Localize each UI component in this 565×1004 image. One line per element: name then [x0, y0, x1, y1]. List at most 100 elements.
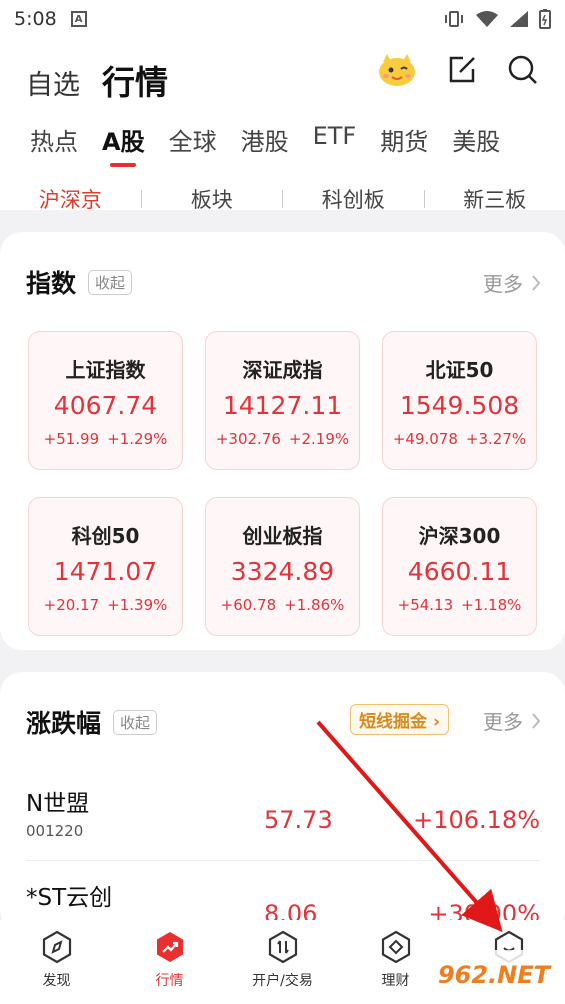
market-tab-etf[interactable]: ETF [313, 122, 357, 157]
movers-title: 涨跌幅 [26, 709, 102, 738]
market-tab-hot[interactable]: 热点 [30, 122, 78, 157]
tab-watchlist[interactable]: 自选 [26, 63, 80, 102]
notification-icon: A [70, 11, 87, 27]
header-actions [377, 52, 539, 88]
index-name: 创业板指 [242, 524, 323, 548]
search-icon[interactable] [507, 54, 539, 86]
index-tile-shanghai[interactable]: 上证指数 4067.74 +51.99 +1.29% [28, 331, 183, 470]
tabbar-label: 行情 [155, 973, 184, 989]
index-pct: +1.29% [107, 430, 168, 448]
market-tab-us[interactable]: 美股 [452, 122, 500, 157]
index-tile-shenzhen[interactable]: 深证成指 14127.11 +302.76 +2.19% [205, 331, 360, 470]
signal-icon [510, 11, 528, 27]
index-change-row: +302.76 +2.19% [206, 430, 359, 448]
tabbar-market[interactable]: 行情 [113, 920, 226, 1004]
index-value: 14127.11 [222, 391, 343, 420]
index-name: 沪深300 [418, 524, 501, 548]
tabbar-label: 发现 [42, 973, 71, 989]
index-pct: +2.19% [288, 430, 350, 448]
index-value: 4660.11 [407, 557, 512, 586]
row-divider [26, 860, 540, 861]
index-value: 1471.07 [53, 557, 158, 586]
index-tile-chinext[interactable]: 创业板指 3324.89 +60.78 +1.86% [205, 497, 360, 636]
tab-market[interactable]: 行情 [102, 56, 168, 104]
index-grid: 上证指数 4067.74 +51.99 +1.29% 深证成指 14127.11 … [28, 331, 538, 636]
index-change-row: +51.99 +1.29% [29, 430, 182, 448]
trend-icon [156, 932, 183, 962]
chevron-right-icon [532, 712, 541, 729]
index-value: 4067.74 [53, 391, 158, 420]
market-tab-a-share[interactable]: A股 [102, 122, 145, 157]
movers-header: 涨跌幅 收起 [26, 704, 158, 740]
sub-tab-sector[interactable]: 板块 [142, 184, 283, 214]
trade-icon [268, 930, 297, 964]
index-title: 指数 [26, 269, 77, 298]
market-tab-hk[interactable]: 港股 [241, 122, 289, 157]
tabbar-discover[interactable]: 发现 [0, 920, 113, 1004]
short-term-promo-button[interactable]: 短线掘金 › [350, 704, 449, 735]
edit-icon[interactable] [447, 55, 477, 85]
stock-row[interactable]: *ST云创 8.06 +30.00% [26, 878, 540, 928]
index-change: +20.17 [43, 596, 100, 614]
index-tile-csi300[interactable]: 沪深300 4660.11 +54.13 +1.18% [382, 497, 537, 636]
index-name: 上证指数 [65, 358, 146, 382]
wifi-icon [476, 11, 498, 27]
index-more-link[interactable]: 更多 [483, 268, 541, 297]
top-header: 自选 行情 热点 A股 全球 港股 ETF 期货 美股 沪深京 板块 科创板 新… [0, 38, 565, 212]
market-tab-futures[interactable]: 期货 [380, 122, 428, 157]
index-change-row: +60.78 +1.86% [206, 596, 359, 614]
index-pct: +3.27% [465, 430, 527, 448]
index-change: +51.99 [43, 430, 100, 448]
main-tabs: 自选 行情 [26, 56, 168, 104]
movers-collapse-button[interactable]: 收起 [113, 709, 158, 735]
market-tab-global[interactable]: 全球 [169, 122, 217, 157]
index-name: 北证50 [425, 358, 494, 382]
sub-tab-star-market[interactable]: 科创板 [283, 184, 424, 214]
index-change: +54.13 [397, 596, 454, 614]
sub-tabs: 沪深京 板块 科创板 新三板 [0, 184, 565, 214]
battery-icon [539, 9, 551, 29]
wealth-icon [381, 930, 410, 964]
promo-label: 短线掘金 [359, 712, 428, 732]
index-change-row: +54.13 +1.18% [383, 596, 536, 614]
promo-arrow-icon: › [432, 712, 440, 732]
status-icons [443, 9, 551, 29]
index-change: +302.76 [215, 430, 281, 448]
stock-pct: +106.18% [413, 806, 540, 834]
index-card: 指数 收起 更多 上证指数 4067.74 +51.99 +1.29% 深证成指 … [0, 232, 565, 650]
index-pct: +1.39% [107, 596, 168, 614]
movers-card: 涨跌幅 收起 短线掘金 › 更多 N世盟 001220 57.73 +106.1… [0, 672, 565, 932]
market-tabs: 热点 A股 全球 港股 ETF 期货 美股 [30, 122, 500, 157]
sub-tab-neeq[interactable]: 新三板 [425, 184, 565, 214]
movers-more-link[interactable]: 更多 [483, 706, 541, 735]
index-change: +49.078 [392, 430, 458, 448]
tabbar-label: 理财 [381, 973, 410, 989]
watermark-text: 962.NET [437, 961, 551, 989]
index-value: 1549.508 [399, 391, 520, 420]
index-pct: +1.86% [284, 596, 345, 614]
index-header: 指数 收起 [26, 264, 133, 300]
index-tile-bse50[interactable]: 北证50 1549.508 +49.078 +3.27% [382, 331, 537, 470]
sub-tab-hushenjing[interactable]: 沪深京 [0, 184, 141, 214]
tabbar-label: 开户/交易 [252, 973, 313, 989]
tabbar-trade[interactable]: 开户/交易 [226, 920, 339, 1004]
stock-price: 57.73 [264, 806, 333, 834]
vibrate-icon [445, 11, 463, 27]
chevron-right-icon [532, 274, 541, 291]
index-name: 深证成指 [242, 358, 323, 382]
index-collapse-button[interactable]: 收起 [88, 269, 133, 295]
index-name: 科创50 [71, 524, 140, 548]
index-value: 3324.89 [230, 557, 335, 586]
index-change: +60.78 [220, 596, 277, 614]
watermark-logo: 962.NET [428, 950, 560, 1000]
stock-row[interactable]: N世盟 001220 57.73 +106.18% [26, 784, 540, 840]
index-change-row: +20.17 +1.39% [29, 596, 182, 614]
more-label: 更多 [483, 272, 523, 296]
index-pct: +1.18% [461, 596, 522, 614]
status-bar: 5:08 A [0, 0, 565, 38]
status-time: 5:08 [14, 8, 57, 30]
index-change-row: +49.078 +3.27% [383, 430, 536, 448]
index-tile-star50[interactable]: 科创50 1471.07 +20.17 +1.39% [28, 497, 183, 636]
compass-icon [42, 930, 71, 964]
mascot-icon[interactable] [377, 52, 417, 88]
